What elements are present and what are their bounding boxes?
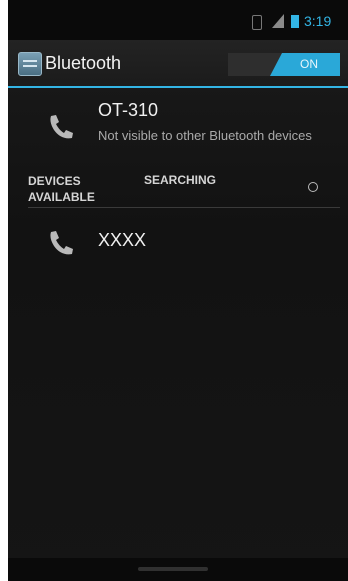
page-title: Bluetooth xyxy=(45,53,122,73)
searching-spinner-icon xyxy=(308,182,318,192)
navigation-handle xyxy=(138,567,208,571)
available-device-name[interactable]: XXXX xyxy=(98,230,146,251)
bluetooth-toggle-on-label[interactable]: ON xyxy=(270,53,340,76)
this-device-name[interactable]: OT-310 xyxy=(98,100,158,121)
bluetooth-settings-screen: 3:19 Bluetooth ON OT-310 Not visible to … xyxy=(8,0,348,581)
signal-icon xyxy=(272,14,284,28)
battery-icon xyxy=(291,15,299,28)
phone-icon xyxy=(50,115,73,139)
bluetooth-settings-app-icon[interactable] xyxy=(18,52,42,76)
bluetooth-icon xyxy=(252,15,262,30)
devices-available-header: DEVICES AVAILABLE xyxy=(28,174,95,204)
action-bar-divider xyxy=(8,86,348,88)
this-device-visibility-status[interactable]: Not visible to other Bluetooth devices xyxy=(98,127,328,144)
phone-icon xyxy=(50,231,73,255)
status-time: 3:19 xyxy=(304,13,332,29)
searching-status: SEARCHING xyxy=(144,173,217,187)
section-divider xyxy=(28,207,340,208)
